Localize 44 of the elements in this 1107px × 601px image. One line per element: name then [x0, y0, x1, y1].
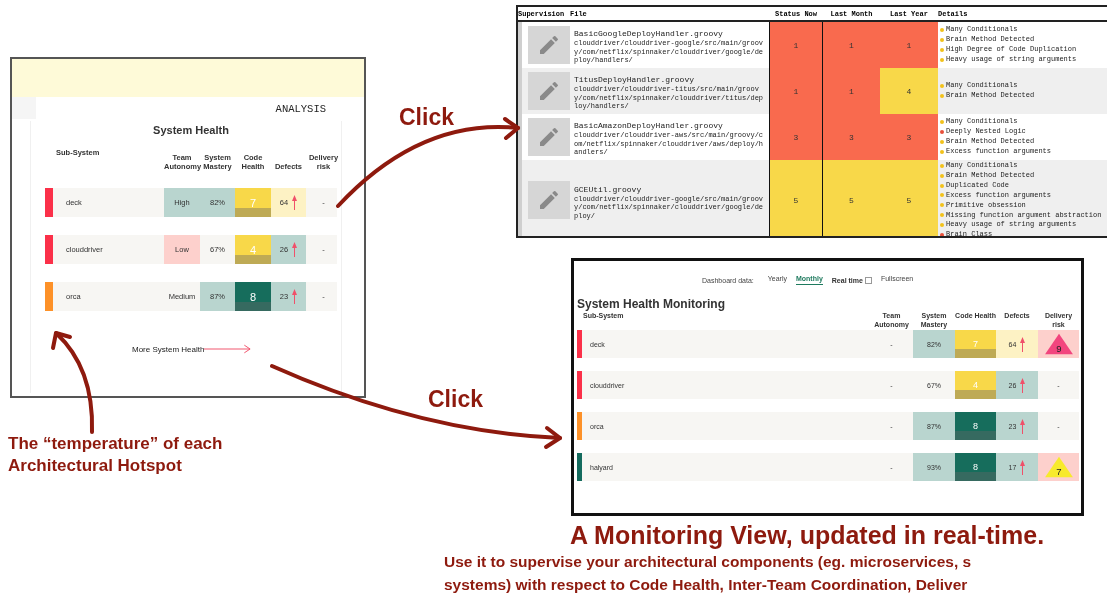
annotation-text: Click	[428, 386, 483, 413]
pencil-icon	[537, 79, 561, 103]
analysis-tab[interactable]: ANALYSIS	[275, 103, 364, 115]
risk-value: 7	[1055, 466, 1062, 478]
file-name: TitusDeployHandler.groovy	[574, 75, 696, 85]
code-health-cell: 4	[235, 235, 271, 264]
code-health-cell: 8	[235, 282, 271, 311]
code-health-cell: 7	[955, 330, 996, 358]
body-text: systems) with respect to Code Health, Inter-Team Coordination, Deliver	[444, 575, 969, 595]
code-health-cell: 8	[955, 412, 996, 440]
score-cell: 1	[880, 22, 938, 68]
score-cell: 1	[769, 68, 823, 114]
edit-button[interactable]	[528, 72, 570, 110]
score-cell: 1	[823, 68, 880, 114]
score-cell: 3	[880, 114, 938, 160]
caption-text: The “temperature” of each Architectural Hotspot	[8, 433, 224, 477]
real-time-checkbox[interactable]	[864, 276, 872, 284]
edit-button[interactable]	[528, 181, 570, 220]
body-text: Use it to supervise your architectural components (eg. microservices, s	[444, 552, 973, 572]
annotation-text: Click	[399, 104, 454, 131]
score-cell: 3	[823, 114, 880, 160]
headline: A Monitoring View, updated in real-time.	[569, 520, 1046, 550]
score-cell: 3	[769, 114, 823, 160]
section-title: System Health	[152, 123, 230, 138]
score-cell: 5	[769, 160, 823, 236]
edit-button[interactable]	[528, 118, 570, 156]
risk-value: 9	[1055, 343, 1062, 355]
score-cell: 1	[769, 22, 823, 68]
pencil-icon	[537, 33, 561, 57]
page-title: System Health Monitoring	[577, 297, 726, 311]
file-name: BasicGoogleDeployHandler.groovy	[574, 29, 724, 39]
score-cell: 4	[880, 68, 938, 114]
arrow-right-icon	[204, 344, 253, 354]
code-health-cell: 4	[955, 371, 996, 399]
pencil-icon	[537, 125, 561, 149]
file-name: BasicAmazonDeployHandler.groovy	[574, 121, 724, 131]
score-cell: 5	[823, 160, 880, 236]
score-cell: 5	[880, 160, 938, 236]
file-name: GCEUtil.groovy	[574, 184, 643, 194]
code-health-cell: 7	[235, 188, 271, 217]
score-cell: 1	[823, 22, 880, 68]
edit-button[interactable]	[528, 26, 570, 64]
code-health-cell: 8	[955, 453, 996, 481]
more-link[interactable]: More System Health	[132, 344, 205, 354]
